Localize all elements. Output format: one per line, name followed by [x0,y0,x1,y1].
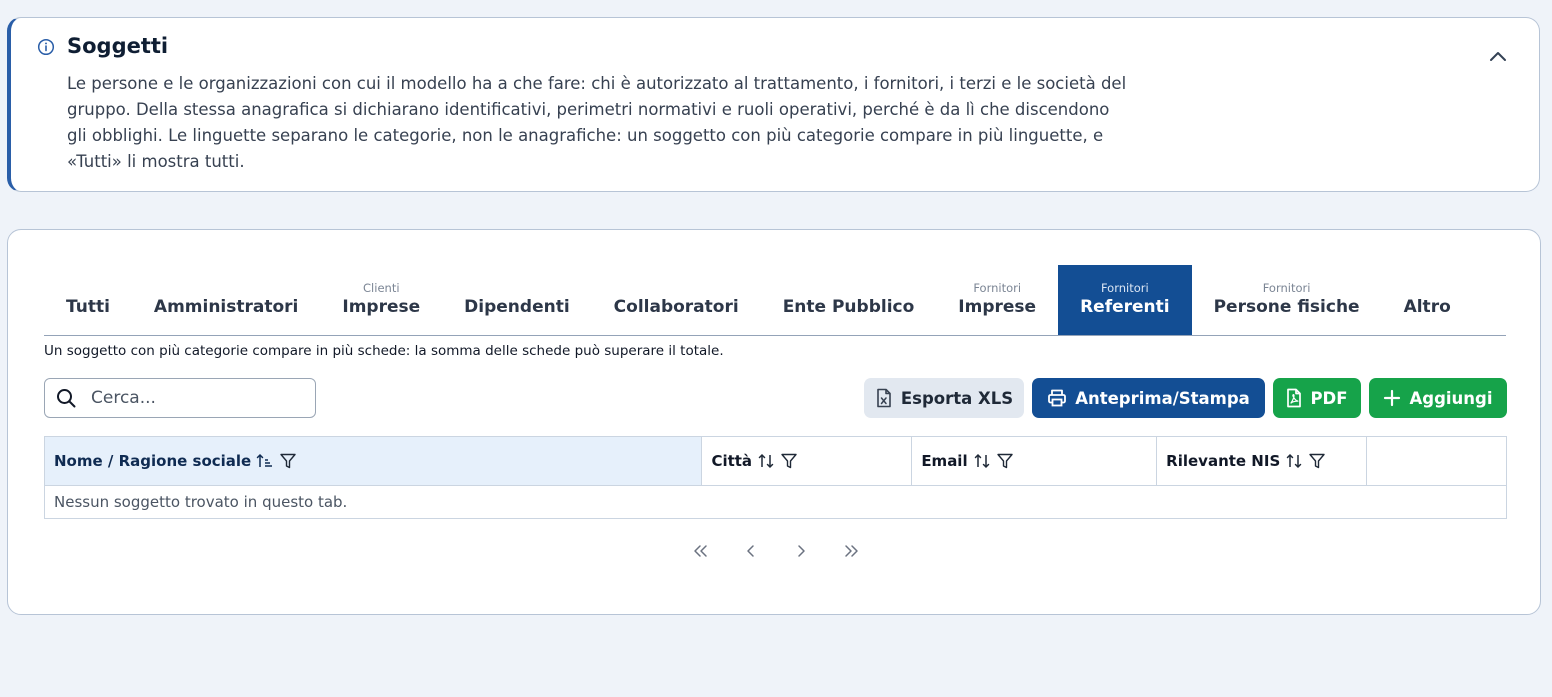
previous-page-button[interactable] [741,541,761,561]
subjects-table: Nome / Ragione sociale Città Email Rilev… [43,436,1507,519]
filter-icon[interactable] [279,452,297,470]
tab-label: Referenti [1080,297,1170,317]
pdf-label: PDF [1310,388,1348,408]
chevron-up-icon[interactable] [1487,46,1509,68]
last-page-button[interactable] [841,541,861,561]
tab-sublabel: Clienti [363,281,400,295]
page-title: Soggetti [67,34,169,58]
search-icon [57,389,76,408]
tab-label: Amministratori [153,297,299,317]
sort-icon[interactable] [757,452,775,470]
tab-sublabel: Fornitori [1262,281,1311,295]
pdf-button[interactable]: PDF [1273,378,1361,418]
printer-icon [1048,389,1067,407]
excel-file-icon [877,388,891,408]
tab-sublabel: Fornitori [973,281,1022,295]
column-label: Email [921,452,968,470]
tab-collaboratori[interactable]: Collaboratori [592,265,761,335]
pdf-file-icon [1287,388,1302,408]
sort-icon[interactable] [973,452,991,470]
info-panel: Soggetti Le persone e le organizzazioni … [7,17,1540,192]
table-header-row: Nome / Ragione sociale Città Email Rilev… [43,436,1507,486]
tab-fornitori-persone-fisiche[interactable]: Fornitori Persone fisiche [1192,265,1382,335]
tab-clienti-imprese[interactable]: Clienti Imprese [320,265,442,335]
column-header-email[interactable]: Email [911,436,1158,486]
tab-amministratori[interactable]: Amministratori [132,265,320,335]
tab-tutti[interactable]: Tutti [44,265,132,335]
column-label: Rilevante NIS [1166,452,1281,470]
filter-icon[interactable] [780,452,798,470]
export-xls-button[interactable]: Esporta XLS [864,378,1024,418]
subjects-panel: Tutti Amministratori Clienti Imprese Dip… [7,229,1541,615]
export-xls-label: Esporta XLS [900,388,1014,408]
tab-fornitori-referenti[interactable]: Fornitori Referenti [1058,265,1192,335]
tab-label: Imprese [958,297,1037,317]
tab-ente-pubblico[interactable]: Ente Pubblico [761,265,937,335]
tab-label: Ente Pubblico [782,297,915,317]
tab-label: Tutti [66,297,110,317]
add-subject-button[interactable]: Aggiungi [1369,378,1507,418]
tab-label: Persone fisiche [1213,297,1360,317]
column-header-rilevante-nis[interactable]: Rilevante NIS [1156,436,1368,486]
tab-fornitori-imprese[interactable]: Fornitori Imprese [936,265,1058,335]
tab-label: Collaboratori [613,297,739,317]
print-preview-label: Anteprima/Stampa [1075,388,1250,408]
tab-altro[interactable]: Altro [1382,265,1473,335]
tab-label: Imprese [342,297,421,317]
chevron-right-icon [798,545,805,557]
column-header-nome[interactable]: Nome / Ragione sociale [43,436,703,486]
print-preview-button[interactable]: Anteprima/Stampa [1032,378,1265,418]
column-label: Nome / Ragione sociale [54,452,252,470]
chevron-left-icon [747,545,754,557]
search-box[interactable] [44,378,316,418]
column-header-citta[interactable]: Città [701,436,913,486]
tab-dipendenti[interactable]: Dipendenti [442,265,592,335]
tab-label: Dipendenti [464,297,570,317]
table-empty-row: Nessun soggetto trovato in questo tab. [44,485,1507,519]
tabs-note: Un soggetto con più categorie compare in… [44,343,724,359]
search-input[interactable] [89,387,293,409]
tab-label: Altro [1403,297,1451,317]
column-label: Città [711,452,753,470]
info-description: Le persone e le organizzazioni con cui i… [67,74,1127,171]
column-header-actions [1366,436,1507,486]
sort-ascending-icon[interactable] [256,452,274,470]
info-icon [37,38,55,56]
chevrons-left-icon [694,545,707,557]
pagination [691,541,861,561]
next-page-button[interactable] [791,541,811,561]
add-subject-label: Aggiungi [1409,388,1493,408]
tab-sublabel: Fornitori [1100,281,1149,295]
empty-message: Nessun soggetto trovato in questo tab. [44,485,1507,519]
chevrons-right-icon [845,545,858,557]
sort-icon[interactable] [1285,452,1303,470]
plus-icon [1384,389,1401,407]
first-page-button[interactable] [691,541,711,561]
filter-icon[interactable] [1308,452,1326,470]
filter-icon[interactable] [996,452,1014,470]
category-tabs: Tutti Amministratori Clienti Imprese Dip… [44,265,1506,336]
